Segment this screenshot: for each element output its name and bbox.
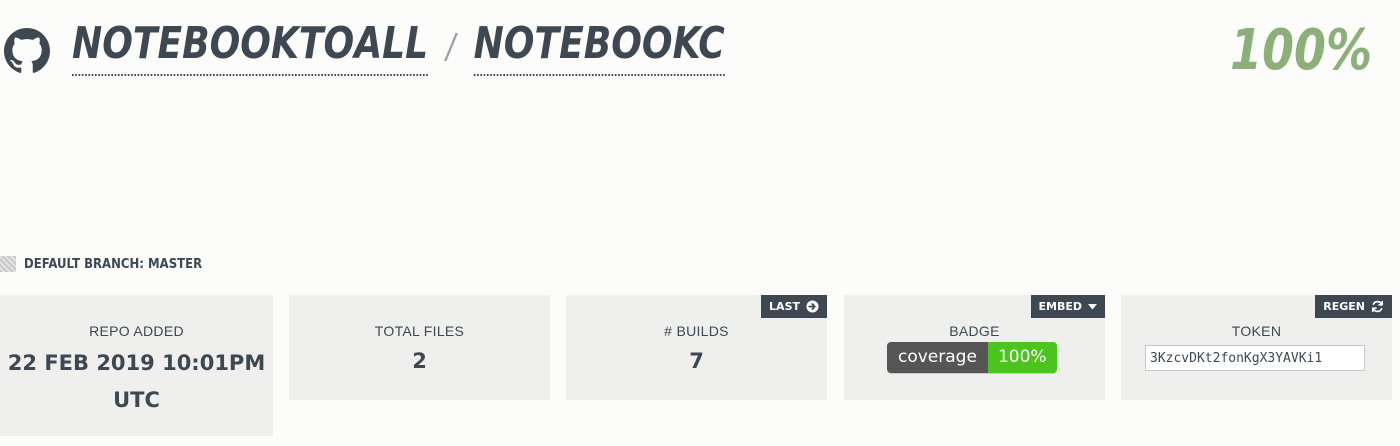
badge-right-text: 100% [987, 342, 1057, 373]
builds-value: 7 [689, 349, 704, 373]
repo-path: NOTEBOOKTOALL / NOTEBOOKC [72, 16, 725, 76]
repo-page: NOTEBOOKTOALL / NOTEBOOKC 100% DEFAULT B… [0, 0, 1400, 446]
repo-added-label: REPO ADDED [89, 323, 184, 339]
token-card: REGEN TOKEN [1121, 295, 1392, 400]
badge-left-text: coverage [887, 342, 988, 373]
repo-added-date: 22 FEB 2019 10:01PM [7, 351, 266, 375]
path-separator: / [446, 27, 456, 67]
token-field[interactable] [1145, 345, 1365, 371]
embed-label: EMBED [1038, 300, 1083, 313]
coverage-percentage: 100% [1230, 18, 1372, 83]
default-branch-label: DEFAULT BRANCH: MASTER [24, 256, 203, 272]
last-build-label: LAST [769, 300, 800, 313]
repo-added-value: 22 FEB 2019 10:01PM UTC [0, 345, 273, 419]
builds-label: # BUILDS [664, 323, 729, 339]
repo-link[interactable]: NOTEBOOKC [473, 16, 725, 76]
branch-swatch-icon [0, 256, 16, 272]
owner-link[interactable]: NOTEBOOKTOALL [72, 16, 429, 76]
regen-label: REGEN [1323, 300, 1365, 313]
github-icon[interactable] [4, 28, 50, 74]
badge-label: BADGE [949, 323, 1000, 339]
embed-button[interactable]: EMBED [1030, 295, 1105, 318]
arrow-right-circle-icon [806, 300, 819, 313]
caret-down-icon [1088, 303, 1097, 310]
refresh-icon [1371, 300, 1384, 313]
badge-card: EMBED BADGE coverage 100% [844, 295, 1105, 400]
repo-added-card: REPO ADDED 22 FEB 2019 10:01PM UTC [0, 295, 273, 436]
repo-added-timezone: UTC [113, 388, 160, 412]
last-build-button[interactable]: LAST [761, 295, 827, 318]
default-branch: DEFAULT BRANCH: MASTER [0, 256, 222, 272]
total-files-value: 2 [412, 349, 427, 373]
repo-header: NOTEBOOKTOALL / NOTEBOOKC 100% [0, 14, 1400, 84]
builds-card: LAST # BUILDS 7 [566, 295, 827, 400]
coverage-badge[interactable]: coverage 100% [887, 342, 1057, 373]
total-files-card: TOTAL FILES 2 [289, 295, 550, 400]
regen-button[interactable]: REGEN [1315, 295, 1392, 318]
token-label: TOKEN [1231, 323, 1282, 339]
total-files-label: TOTAL FILES [374, 323, 465, 339]
